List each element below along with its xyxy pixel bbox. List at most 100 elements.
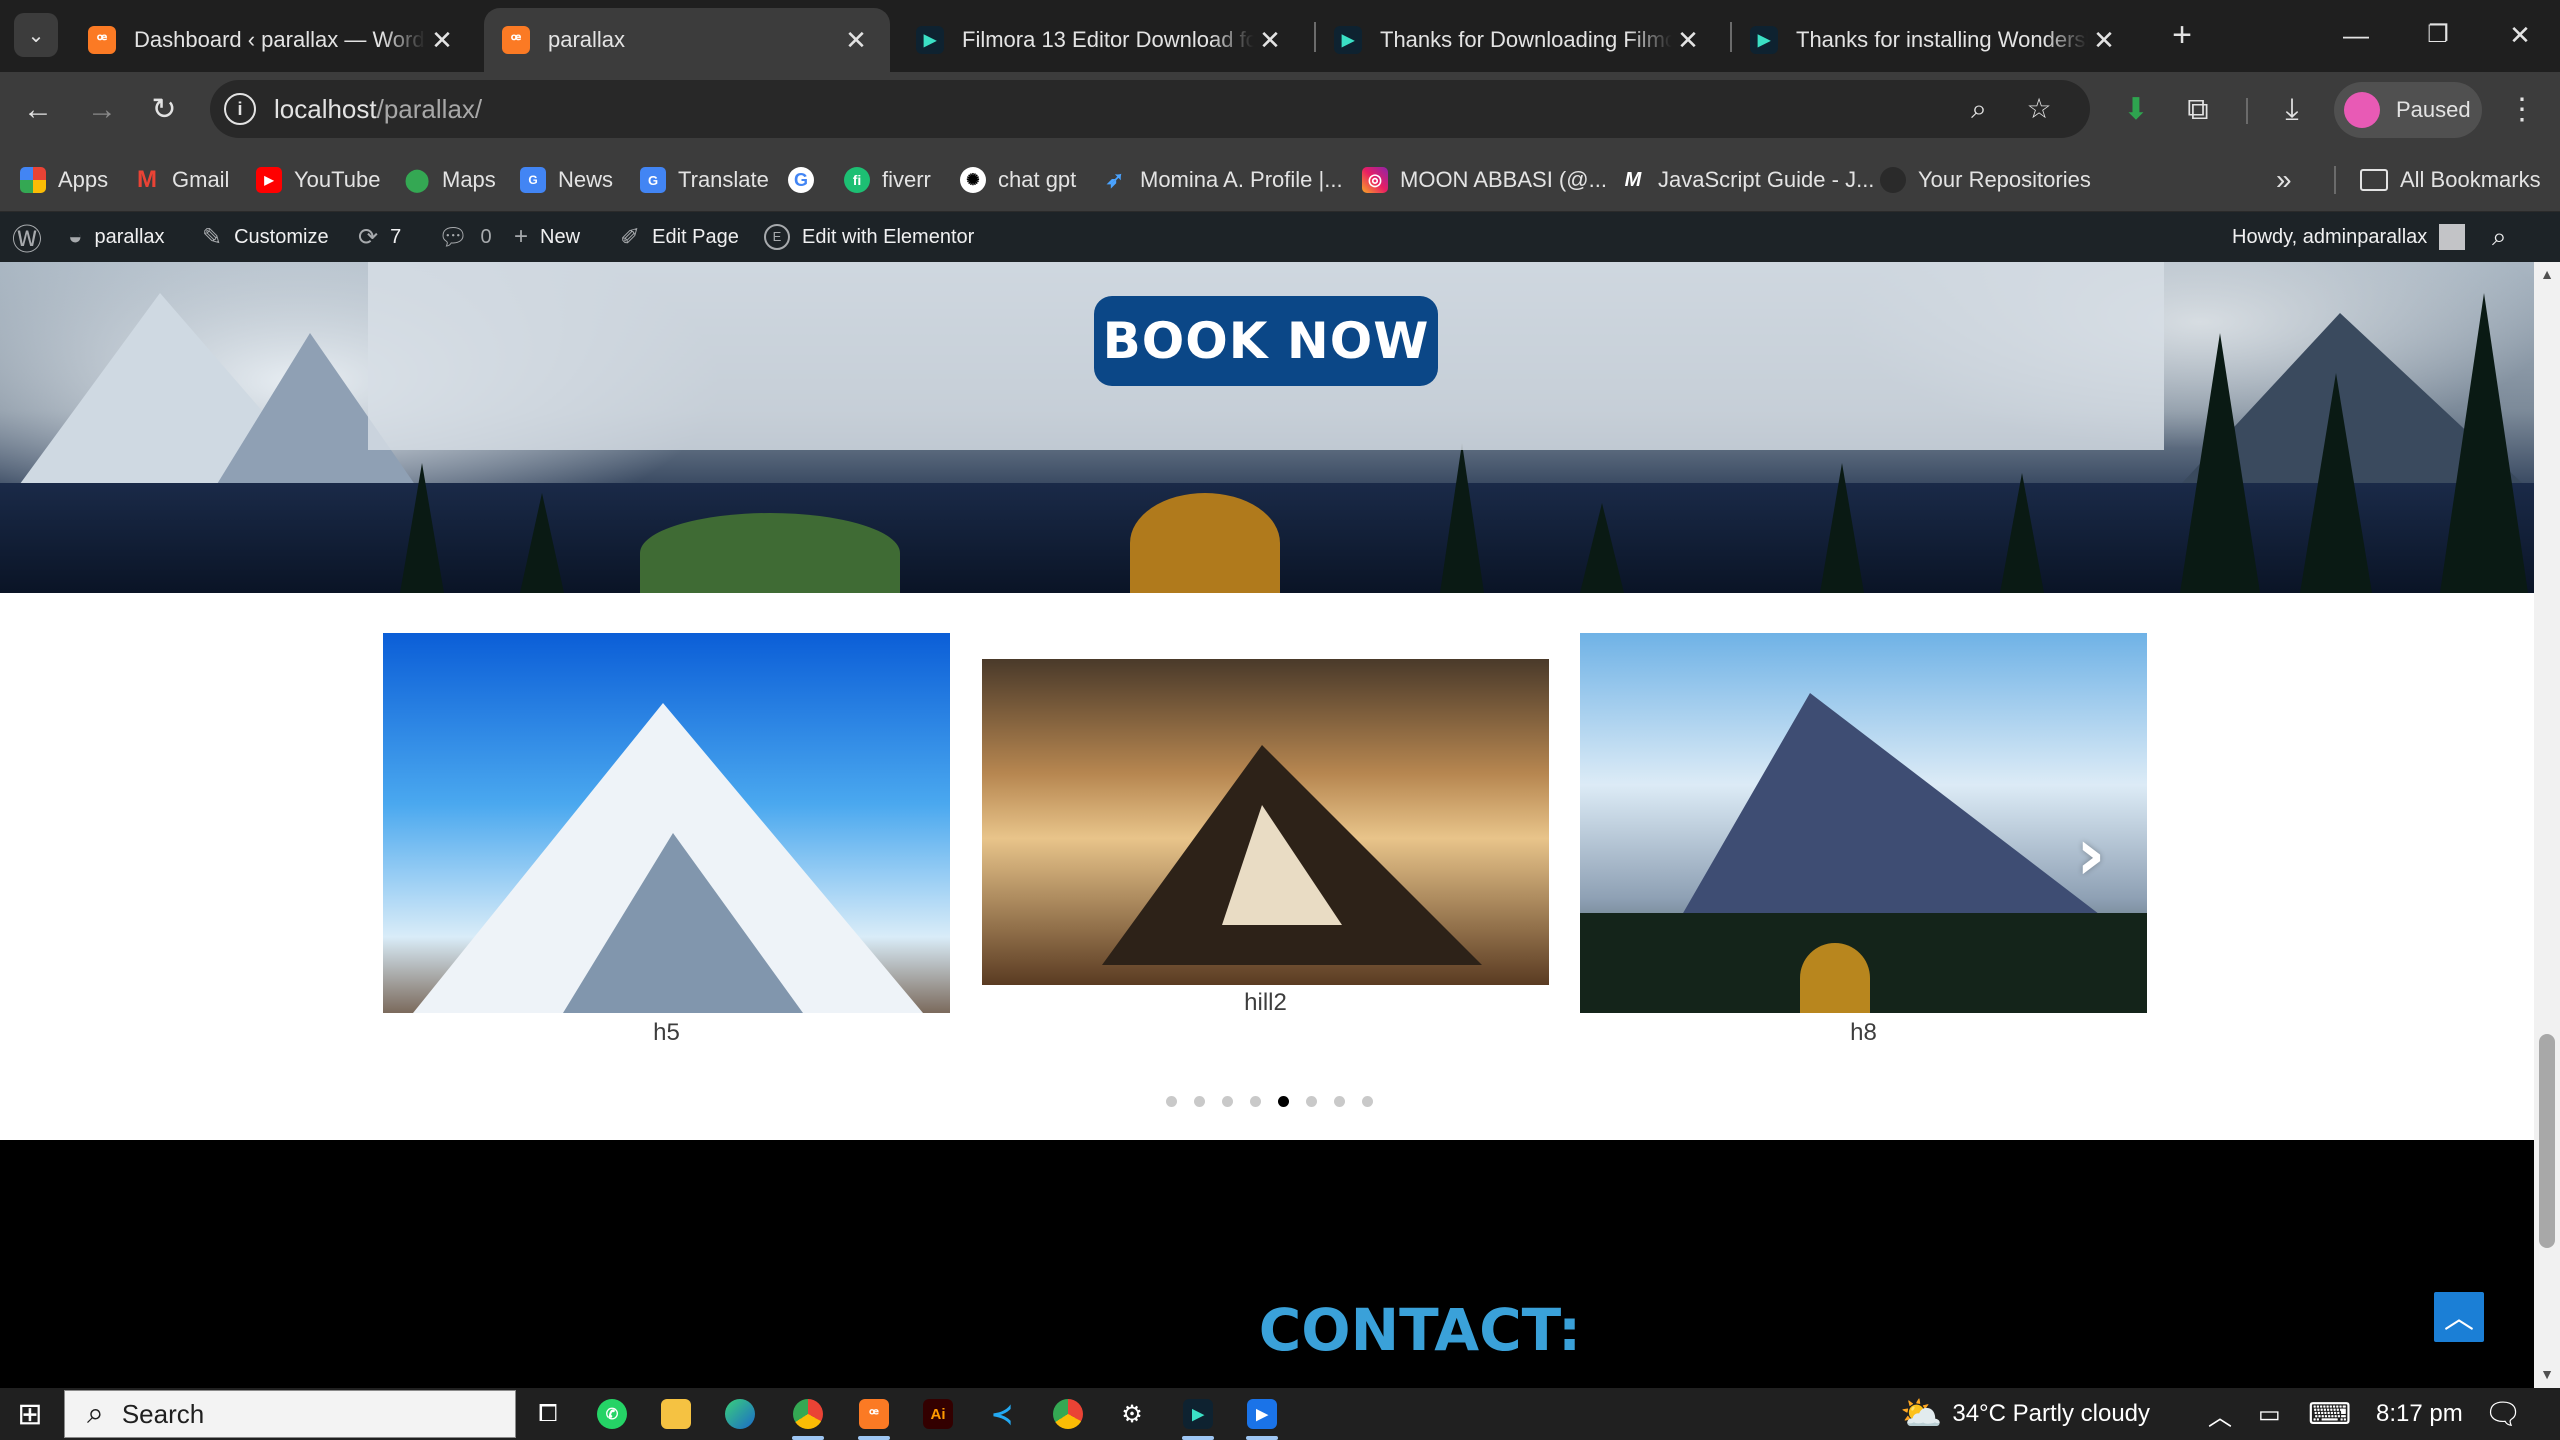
bookmark-news[interactable]: G News <box>520 162 613 198</box>
bookmark-apps[interactable]: Apps <box>20 162 108 198</box>
clock[interactable]: 8:17 pm <box>2376 1388 2463 1440</box>
bookmark-instagram[interactable]: ◎ MOON ABBASI (@... <box>1362 162 1607 198</box>
site-info-icon[interactable]: i <box>224 93 256 125</box>
bookmark-javascript-guide[interactable]: M JavaScript Guide - J... <box>1620 162 1875 198</box>
filmora-installer-icon[interactable]: ▶ <box>1240 1394 1284 1440</box>
tab-search-dropdown-icon[interactable]: ⌄ <box>14 13 58 57</box>
wp-account[interactable]: Howdy, adminparallax <box>2232 212 2466 262</box>
carousel-dot[interactable] <box>1194 1096 1205 1107</box>
tab-thanks-downloading[interactable]: ▶ Thanks for Downloading Filmora ✕ <box>1316 8 1722 72</box>
close-tab-icon[interactable]: ✕ <box>426 25 458 56</box>
downloads-icon[interactable]: ⤓ <box>2272 90 2312 130</box>
wp-new[interactable]: + New <box>514 212 580 262</box>
close-tab-icon[interactable]: ✕ <box>1254 25 1286 56</box>
news-icon: G <box>520 167 546 193</box>
edge-icon[interactable] <box>718 1394 762 1434</box>
battery-icon[interactable]: ▭ <box>2258 1388 2281 1440</box>
bookmark-fiverr[interactable]: fi fiverr <box>844 162 931 198</box>
windows-taskbar: ⊞ ⌕ Search ⧠ ✆ ꟹ Ai ≺ ⚙ ▶ ▶ ⛅ 34°C Partl… <box>0 1388 2560 1440</box>
file-explorer-icon[interactable] <box>654 1394 698 1434</box>
wp-edit-elementor[interactable]: E Edit with Elementor <box>764 212 974 262</box>
close-tab-icon[interactable]: ✕ <box>1672 25 1704 56</box>
search-icon: ⌕ <box>87 1397 104 1430</box>
settings-gear-icon[interactable]: ⚙ <box>1110 1394 1154 1434</box>
translate-icon: G <box>640 167 666 193</box>
page-scrollbar[interactable]: ▲ ▼ <box>2534 262 2560 1388</box>
back-icon[interactable]: ← <box>16 88 60 132</box>
carousel-dot[interactable] <box>1166 1096 1177 1107</box>
bookmark-star-icon[interactable]: ☆ <box>2022 92 2056 126</box>
filmora-icon[interactable]: ▶ <box>1176 1394 1220 1440</box>
whatsapp-icon[interactable]: ✆ <box>590 1394 634 1434</box>
extensions-puzzle-icon[interactable]: ⧉ <box>2178 90 2218 130</box>
wp-site-link[interactable]: ◒ parallax <box>68 212 165 262</box>
new-tab-icon[interactable]: + <box>2160 14 2204 58</box>
wp-edit-page[interactable]: ✐ Edit Page <box>620 212 739 262</box>
scrollbar-thumb[interactable] <box>2539 1034 2555 1248</box>
url-text[interactable]: localhost/parallax/ <box>274 94 482 125</box>
forward-icon[interactable]: → <box>80 88 124 132</box>
carousel-slide[interactable]: h8 <box>1580 633 2147 1053</box>
zoom-icon[interactable]: ⌕ <box>1962 92 1996 126</box>
carousel-next-arrow-icon[interactable]: › <box>2076 812 2106 896</box>
carousel-dot[interactable] <box>1362 1096 1373 1107</box>
minimize-icon[interactable]: — <box>2326 12 2386 58</box>
menu-kebab-icon[interactable]: ⋮ <box>2502 90 2542 130</box>
wp-comments[interactable]: 💬︎ 0 <box>438 212 492 262</box>
bookmark-chatgpt[interactable]: ✺ chat gpt <box>960 162 1076 198</box>
slide-image-snowy-peak <box>383 633 950 1013</box>
close-tab-icon[interactable]: ✕ <box>840 25 872 56</box>
profile-button[interactable]: Paused <box>2334 82 2482 138</box>
notifications-icon[interactable]: 🗨︎ <box>2484 1388 2522 1440</box>
wp-search-icon[interactable]: ⌕ <box>2492 212 2507 262</box>
scroll-up-arrow-icon[interactable]: ▲ <box>2534 266 2560 282</box>
close-tab-icon[interactable]: ✕ <box>2088 25 2120 56</box>
bookmark-maps[interactable]: ⬤ Maps <box>404 162 496 198</box>
tab-filmora-download[interactable]: ▶ Filmora 13 Editor Download for ✕ <box>898 8 1304 72</box>
pencil-icon: ✐ <box>620 223 641 251</box>
carousel-dot[interactable] <box>1250 1096 1261 1107</box>
more-bookmarks-icon[interactable]: » <box>2276 162 2292 198</box>
carousel-dot[interactable] <box>1278 1096 1289 1107</box>
wp-elementor-label: Edit with Elementor <box>802 225 975 248</box>
tab-dashboard[interactable]: ꟹ Dashboard ‹ parallax — WordPress ✕ <box>70 8 476 72</box>
bookmark-translate[interactable]: G Translate <box>640 162 769 198</box>
all-bookmarks[interactable]: All Bookmarks <box>2360 162 2541 198</box>
weather-widget[interactable]: ⛅ 34°C Partly cloudy <box>1900 1388 2150 1440</box>
illustrator-icon[interactable]: Ai <box>916 1394 960 1434</box>
address-bar[interactable]: i localhost/parallax/ ⌕ ☆ <box>210 80 2090 138</box>
wp-customize[interactable]: ✎ Customize <box>202 212 329 262</box>
bookmark-google[interactable]: G <box>788 162 826 198</box>
slide-caption: hill2 <box>1244 989 1287 1016</box>
chrome-profile-icon[interactable] <box>1046 1394 1090 1434</box>
restore-icon[interactable]: ❐ <box>2408 12 2468 58</box>
xampp-icon[interactable]: ꟹ <box>852 1394 896 1440</box>
filmora-icon: ▶ <box>1750 26 1778 54</box>
vscode-icon[interactable]: ≺ <box>980 1394 1024 1434</box>
taskbar-search[interactable]: ⌕ Search <box>64 1390 516 1438</box>
carousel-slide[interactable]: hill2 <box>982 659 1549 1039</box>
scroll-to-top-button[interactable]: ︿ <box>2434 1292 2484 1342</box>
carousel-slide[interactable]: h5 <box>383 633 950 1053</box>
carousel-dot[interactable] <box>1334 1096 1345 1107</box>
bookmark-gmail[interactable]: M Gmail <box>134 162 229 198</box>
wp-updates[interactable]: ⟳ 7 <box>358 212 401 262</box>
task-view-icon[interactable]: ⧠ <box>526 1394 570 1434</box>
keyboard-icon[interactable]: ⌨ <box>2308 1388 2351 1440</box>
scroll-down-arrow-icon[interactable]: ▼ <box>2534 1366 2560 1382</box>
carousel-dot[interactable] <box>1222 1096 1233 1107</box>
reload-icon[interactable]: ↻ <box>142 88 186 132</box>
wordpress-logo-icon[interactable]: Ⓦ <box>12 212 42 262</box>
chrome-icon[interactable] <box>786 1394 830 1440</box>
book-now-button[interactable]: BOOK NOW <box>1094 296 1438 386</box>
tab-thanks-installing[interactable]: ▶ Thanks for installing Wondershare ✕ <box>1732 8 2138 72</box>
tray-chevron-icon[interactable]: ︿ <box>2208 1388 2232 1440</box>
windows-start-icon[interactable]: ⊞ <box>8 1394 52 1434</box>
extension-download-icon[interactable]: ⬇ <box>2116 90 2156 130</box>
bookmark-momina-profile[interactable]: ➶ Momina A. Profile |... <box>1102 162 1343 198</box>
tab-parallax[interactable]: ꟹ parallax ✕ <box>484 8 890 72</box>
close-window-icon[interactable]: ✕ <box>2490 12 2550 58</box>
bookmark-youtube[interactable]: ▶ YouTube <box>256 162 380 198</box>
bookmark-repositories[interactable]: Your Repositories <box>1880 162 2091 198</box>
carousel-dot[interactable] <box>1306 1096 1317 1107</box>
